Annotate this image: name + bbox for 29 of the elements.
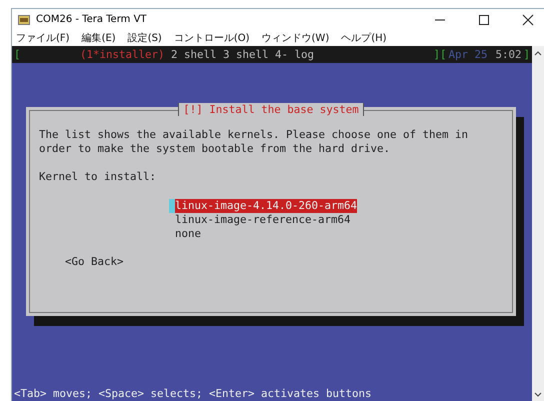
window-title: COM26 - Tera Term VT	[36, 14, 147, 25]
menu-item[interactable]: ファイル(F)	[16, 31, 70, 45]
kernel-option[interactable]: none	[175, 227, 202, 241]
menu-item[interactable]: ヘルプ(H)	[341, 31, 387, 45]
bracket-text: ]	[523, 48, 530, 61]
window-tab[interactable]: 2 shell	[170, 48, 216, 61]
go-back-button[interactable]: <Go Back>	[65, 255, 124, 268]
kernel-option[interactable]: linux-image-reference-arm64	[175, 213, 351, 227]
scroll-down-icon[interactable]	[534, 392, 542, 398]
bracket-text: ][	[433, 48, 446, 61]
dialog-message: The list shows the available kernels. Please choose one of them in order to make the system bootable from the hard drive.	[39, 128, 470, 156]
key-hint: <Tab> moves; <Space> selects; <Enter> activates buttons	[13, 387, 373, 401]
close-icon[interactable]	[522, 14, 534, 26]
scrollbar[interactable]	[532, 46, 544, 401]
bracket-text: [	[14, 48, 21, 61]
date-text: Apr 25	[448, 48, 488, 61]
prompt-label: Kernel to install:	[39, 170, 158, 183]
dialog-title: [!] Install the base system	[178, 103, 364, 116]
menu-item[interactable]: ウィンドウ(W)	[262, 31, 330, 45]
time-text: 5:02	[495, 48, 522, 61]
menu-item[interactable]: 設定(S)	[128, 31, 162, 45]
menu-item[interactable]: 編集(E)	[82, 31, 116, 45]
window-tab[interactable]: 4- log	[274, 48, 314, 61]
maximize-icon[interactable]	[478, 14, 490, 26]
menu-item[interactable]: コントロール(O)	[174, 31, 250, 45]
kernel-option[interactable]: linux-image-4.14.0-260-arm64	[169, 199, 358, 213]
scroll-up-icon[interactable]	[534, 50, 542, 56]
window-tab[interactable]: 3 shell	[222, 48, 268, 61]
app-icon	[18, 14, 30, 24]
